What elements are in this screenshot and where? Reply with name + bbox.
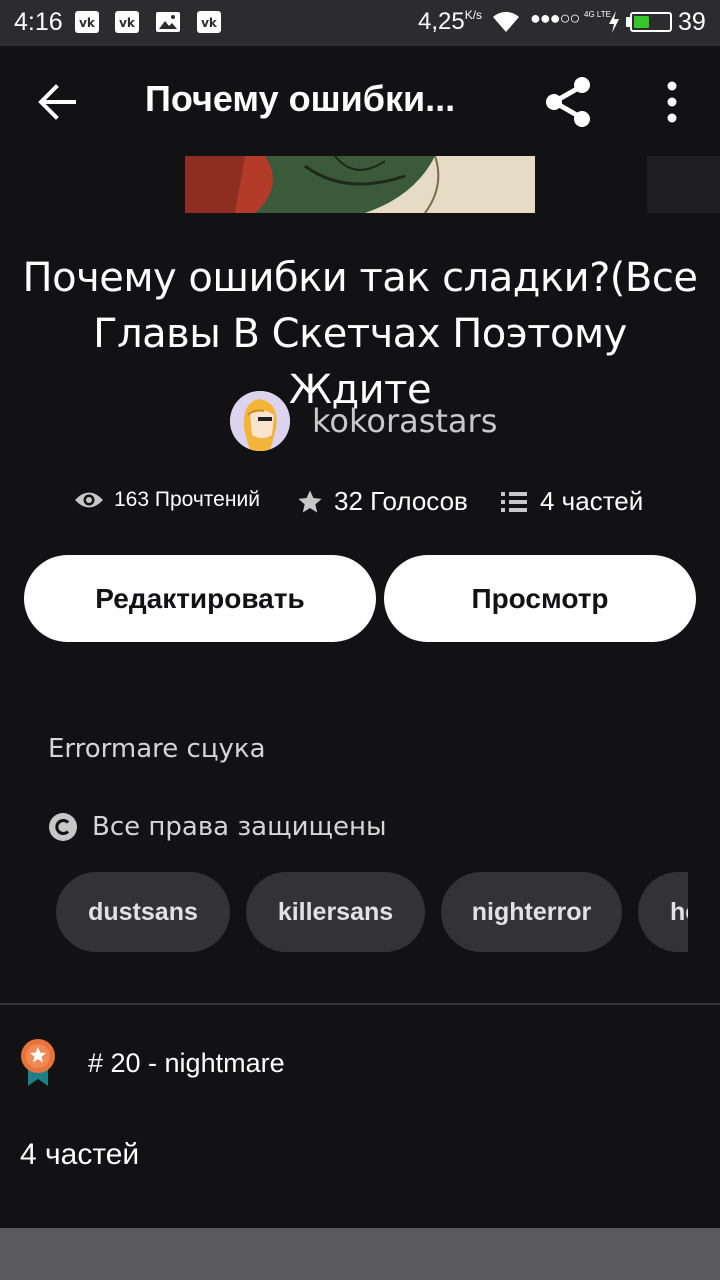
battery-percent: 39 xyxy=(678,8,706,36)
edit-button[interactable]: Редактировать xyxy=(24,555,376,642)
next-cover-peek xyxy=(647,156,720,213)
status-time: 4:16 xyxy=(14,8,63,36)
back-arrow-icon[interactable] xyxy=(30,76,82,128)
copyright-icon xyxy=(49,813,77,841)
signal-icon: ●●●○○ xyxy=(530,8,580,28)
rank-row[interactable]: # 20 - nightmare xyxy=(18,1036,285,1090)
eye-icon xyxy=(75,492,103,508)
svg-text:vk: vk xyxy=(201,16,218,30)
star-icon xyxy=(298,489,322,512)
tag-chip[interactable]: he xyxy=(638,872,688,952)
parts-heading: 4 частей xyxy=(20,1138,140,1171)
votes-stat: 32 Голосов xyxy=(296,486,468,517)
avatar[interactable] xyxy=(230,391,290,451)
copyright-row: Все права защищены xyxy=(48,812,387,842)
view-button[interactable]: Просмотр xyxy=(384,555,696,642)
avatar-image xyxy=(230,391,290,451)
author-row[interactable]: kokorastars xyxy=(230,390,497,452)
tag-chip[interactable]: dustsans xyxy=(56,872,230,952)
reads-stat: 163 Прочтений xyxy=(74,488,260,512)
story-cover[interactable] xyxy=(185,156,535,213)
copyright-label: Все права защищены xyxy=(92,812,387,842)
story-description: Errormare сцука xyxy=(48,734,266,764)
tag-chip[interactable]: killersans xyxy=(246,872,425,952)
status-bar: 4:16 vk vk vk 4,25K/s ●●●○○ 4G LTE 39 xyxy=(0,0,720,46)
cover-illustration xyxy=(185,156,535,213)
battery-icon xyxy=(630,12,672,32)
reads-count: 163 Прочтений xyxy=(114,488,260,511)
tag-chip[interactable]: nighterror xyxy=(441,872,622,952)
vk-icon: vk xyxy=(75,11,99,33)
rank-label: # 20 - nightmare xyxy=(88,1048,285,1078)
gallery-icon xyxy=(156,12,180,32)
parts-count: 4 частей xyxy=(540,486,644,516)
section-divider xyxy=(0,1003,720,1005)
vk-icon: vk xyxy=(115,11,139,33)
battery-level xyxy=(634,16,649,28)
votes-count: 32 Голосов xyxy=(334,486,468,516)
svg-text:vk: vk xyxy=(79,16,96,30)
rank-badge-icon xyxy=(21,1039,55,1086)
list-icon xyxy=(501,491,527,512)
wifi-icon xyxy=(493,11,519,32)
svg-text:vk: vk xyxy=(119,16,136,30)
toolbar-title: Почему ошибки... xyxy=(145,78,456,119)
more-vert-icon[interactable] xyxy=(652,76,692,128)
author-name[interactable]: kokorastars xyxy=(312,402,497,440)
bottom-bar xyxy=(0,1228,720,1280)
network-speed: 4,25K/s xyxy=(418,8,483,35)
network-type: 4G LTE xyxy=(584,10,611,19)
charging-icon xyxy=(609,11,619,33)
share-icon[interactable] xyxy=(540,74,596,130)
vk-icon: vk xyxy=(197,11,221,33)
tags-row: dustsans killersans nighterror he xyxy=(56,872,688,952)
app-toolbar: Почему ошибки... xyxy=(0,46,720,156)
parts-stat: 4 частей xyxy=(500,486,643,517)
